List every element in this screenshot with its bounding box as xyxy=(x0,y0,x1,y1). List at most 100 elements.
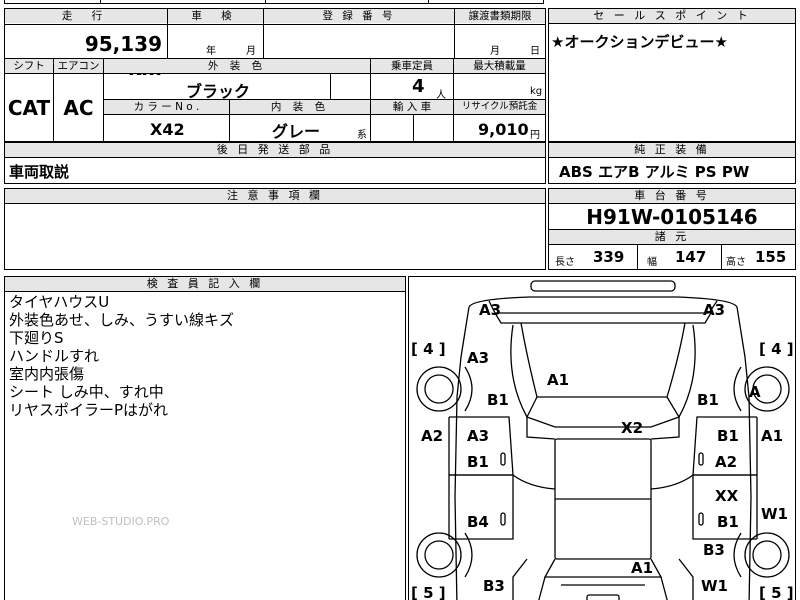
interior-color-header: 内 装 色 xyxy=(230,100,370,114)
damage-mark: B1 xyxy=(717,427,739,445)
damage-mark: A3 xyxy=(479,301,502,319)
car-diagram-box: A3 A3 A3 A1 B1 B1 A A2 A3 B1 X2 B1 A2 A1… xyxy=(408,276,796,600)
inspection-header: 車 検 xyxy=(168,9,263,23)
chassis-box: 車 台 番 号 H91W-0105146 諸 元 長さ 339 幅 147 高さ… xyxy=(548,188,796,270)
top-strip-divider xyxy=(100,0,101,4)
equipment-header: 純 正 装 備 xyxy=(549,143,795,158)
inspector-line: リヤスポイラーPはがれ xyxy=(9,401,169,419)
damage-mark: A xyxy=(749,383,761,401)
exterior-color-header: 外 装 色 xyxy=(104,59,370,73)
divider xyxy=(167,9,168,58)
recycle-unit: 円 xyxy=(530,130,540,141)
inspector-line: 下廻りS xyxy=(9,329,64,347)
divider xyxy=(454,9,455,58)
transfer-deadline-header: 譲渡書類期限 xyxy=(455,9,545,23)
inspector-box: 検 査 員 記 入 欄 タイヤハウスU 外装色あせ、しみ、うすい線キズ 下廻りS… xyxy=(4,276,406,600)
mileage-header: 走 行 xyxy=(5,9,167,23)
chassis-number: H91W-0105146 xyxy=(586,205,758,229)
inspector-line: 外装色あせ、しみ、うすい線キズ xyxy=(9,311,235,329)
max-load-header: 最大積載量 xyxy=(454,59,545,73)
damage-mark: B1 xyxy=(697,391,719,409)
inspector-line: 室内内張傷 xyxy=(9,365,85,383)
tire-depth-rear-right: [ 5 ] xyxy=(759,584,794,600)
top-strip-divider xyxy=(428,0,429,4)
damage-mark: B4 xyxy=(467,513,489,531)
inspection-month-label: 月 xyxy=(246,46,256,57)
shift-header: シフト xyxy=(5,59,53,73)
later-parts-box: 後 日 発 送 部 品 車両取説 xyxy=(4,142,546,184)
damage-mark: W1 xyxy=(761,505,788,523)
divider xyxy=(721,244,722,270)
divider xyxy=(330,74,331,99)
damage-mark: A1 xyxy=(761,427,784,445)
top-strip xyxy=(4,0,544,4)
row2-header-line xyxy=(5,73,545,74)
tire-depth-front-left: [ 4 ] xyxy=(411,340,446,358)
damage-mark: A3 xyxy=(467,349,490,367)
notes-header: 注 意 事 項 欄 xyxy=(5,189,545,204)
chassis-header: 車 台 番 号 xyxy=(549,189,795,204)
transfer-day-label: 日 xyxy=(530,46,540,57)
damage-mark: A1 xyxy=(631,559,654,577)
length-label: 長さ xyxy=(555,257,575,268)
inspector-lines: タイヤハウスU 外装色あせ、しみ、うすい線キズ 下廻りS ハンドルすれ 室内内張… xyxy=(9,293,234,419)
damage-mark: A3 xyxy=(467,427,490,445)
inspection-year-label: 年 xyxy=(206,46,216,57)
recycle-header: リサイクル預託金 xyxy=(454,100,545,114)
damage-mark: B3 xyxy=(703,541,725,559)
sales-point-text: ★オークションデビュー★ xyxy=(551,33,728,51)
equipment-text: ABS エアB アルミ PS PW xyxy=(559,163,750,181)
inspector-line: タイヤハウスU xyxy=(9,293,110,311)
damage-mark: B3 xyxy=(483,577,505,595)
length-value: 339 xyxy=(593,248,625,266)
interior-color-suffix: 系 xyxy=(357,130,367,141)
sales-point-box: セ ー ル ス ポ イ ン ト ★オークションデビュー★ xyxy=(548,8,796,142)
ac-header: エアコン xyxy=(54,59,103,73)
sales-point-header: セ ー ル ス ポ イ ン ト xyxy=(549,9,795,24)
damage-mark: B1 xyxy=(467,453,489,471)
color-no-header: カ ラ ー N o . xyxy=(104,100,229,114)
dims-header: 諸 元 xyxy=(549,229,795,245)
shift-value: CAT xyxy=(7,96,51,120)
ac-value: AC xyxy=(63,96,94,120)
equipment-box: 純 正 装 備 ABS エアB アルミ PS PW xyxy=(548,142,796,184)
divider xyxy=(263,9,264,58)
row1-header-line xyxy=(5,24,545,25)
color-no-value: X42 xyxy=(150,120,185,139)
damage-mark: W1 xyxy=(701,577,728,595)
transfer-month-label: 月 xyxy=(490,46,500,57)
top-strip-divider xyxy=(265,0,266,4)
watermark: WEB-STUDIO.PRO xyxy=(72,515,170,528)
max-load-unit: kg xyxy=(530,86,543,97)
capacity-header: 乗車定員 xyxy=(371,59,453,73)
damage-mark: XX xyxy=(715,487,739,505)
damage-mark: A2 xyxy=(421,427,444,445)
damage-mark: B1 xyxy=(487,391,509,409)
width-value: 147 xyxy=(675,248,707,266)
height-value: 155 xyxy=(755,248,787,266)
capacity-value: 4 xyxy=(412,76,425,97)
damage-mark: A2 xyxy=(715,453,738,471)
inspector-header: 検 査 員 記 入 欄 xyxy=(5,277,405,292)
damage-mark: X2 xyxy=(621,419,644,437)
divider xyxy=(229,100,230,142)
import-header: 輸 入 車 xyxy=(371,100,453,114)
recycle-value: 9,010 xyxy=(478,120,529,139)
row3-header-line xyxy=(103,114,545,115)
notes-box: 注 意 事 項 欄 xyxy=(4,188,546,270)
tire-depth-front-right: [ 4 ] xyxy=(759,340,794,358)
damage-mark: A1 xyxy=(547,371,570,389)
divider xyxy=(637,244,638,270)
interior-color-value: グレー xyxy=(272,122,321,141)
later-parts-header: 後 日 発 送 部 品 xyxy=(5,143,545,158)
tire-depth-rear-left: [ 5 ] xyxy=(411,584,446,600)
dims-line xyxy=(549,244,795,245)
height-label: 高さ xyxy=(726,257,746,268)
width-label: 幅 xyxy=(647,257,657,268)
damage-mark: B1 xyxy=(717,513,739,531)
divider xyxy=(413,114,414,142)
registration-header: 登 録 番 号 xyxy=(264,9,454,23)
damage-mark: A3 xyxy=(703,301,726,319)
inspector-line: ハンドルすれ xyxy=(9,347,100,365)
later-parts-text: 車両取説 xyxy=(9,163,70,181)
